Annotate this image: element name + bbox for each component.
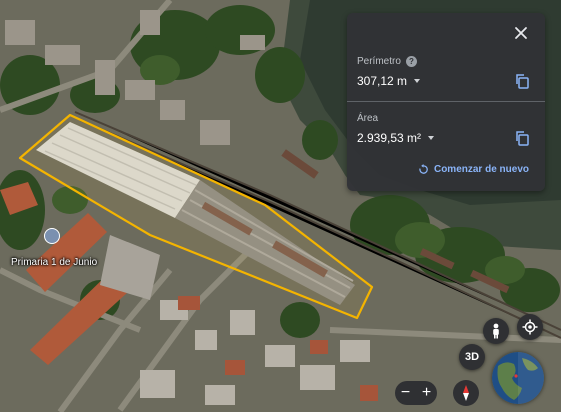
zoom-controls: − + (395, 381, 437, 405)
pegman-icon (493, 323, 499, 339)
zoom-out-button[interactable]: − (401, 385, 410, 401)
area-unit-dropdown[interactable]: 2.939,53 m² (357, 131, 435, 145)
restart-label: Comenzar de nuevo (433, 164, 529, 175)
area-value: 2.939,53 m² (357, 131, 422, 145)
zoom-in-button[interactable]: + (422, 385, 431, 401)
compass-icon (463, 385, 469, 401)
my-location-icon (522, 319, 538, 335)
copy-icon[interactable] (514, 130, 530, 146)
area-label: Área (357, 113, 379, 124)
compass-button[interactable] (453, 380, 479, 406)
restart-icon (419, 164, 428, 174)
close-icon[interactable] (511, 23, 531, 43)
perimeter-label-row: Perímetro? (357, 56, 417, 67)
measure-distance-panel: Perímetro? 307,12 m Área 2.939,53 m² Com… (347, 13, 545, 191)
chevron-down-icon (414, 79, 421, 83)
perimeter-label: Perímetro (357, 56, 401, 68)
chevron-down-icon (428, 136, 435, 140)
help-icon[interactable]: ? (405, 56, 417, 67)
divider (347, 101, 545, 102)
globe-icon[interactable] (492, 352, 544, 404)
copy-icon[interactable] (514, 73, 530, 89)
my-location-button[interactable] (517, 314, 543, 340)
restart-button[interactable]: Comenzar de nuevo (418, 164, 529, 175)
view-3d-button[interactable]: 3D (459, 344, 485, 370)
place-pin-icon[interactable] (44, 228, 60, 244)
street-view-button[interactable] (483, 318, 509, 344)
perimeter-value: 307,12 m (357, 74, 408, 88)
perimeter-unit-dropdown[interactable]: 307,12 m (357, 74, 421, 88)
